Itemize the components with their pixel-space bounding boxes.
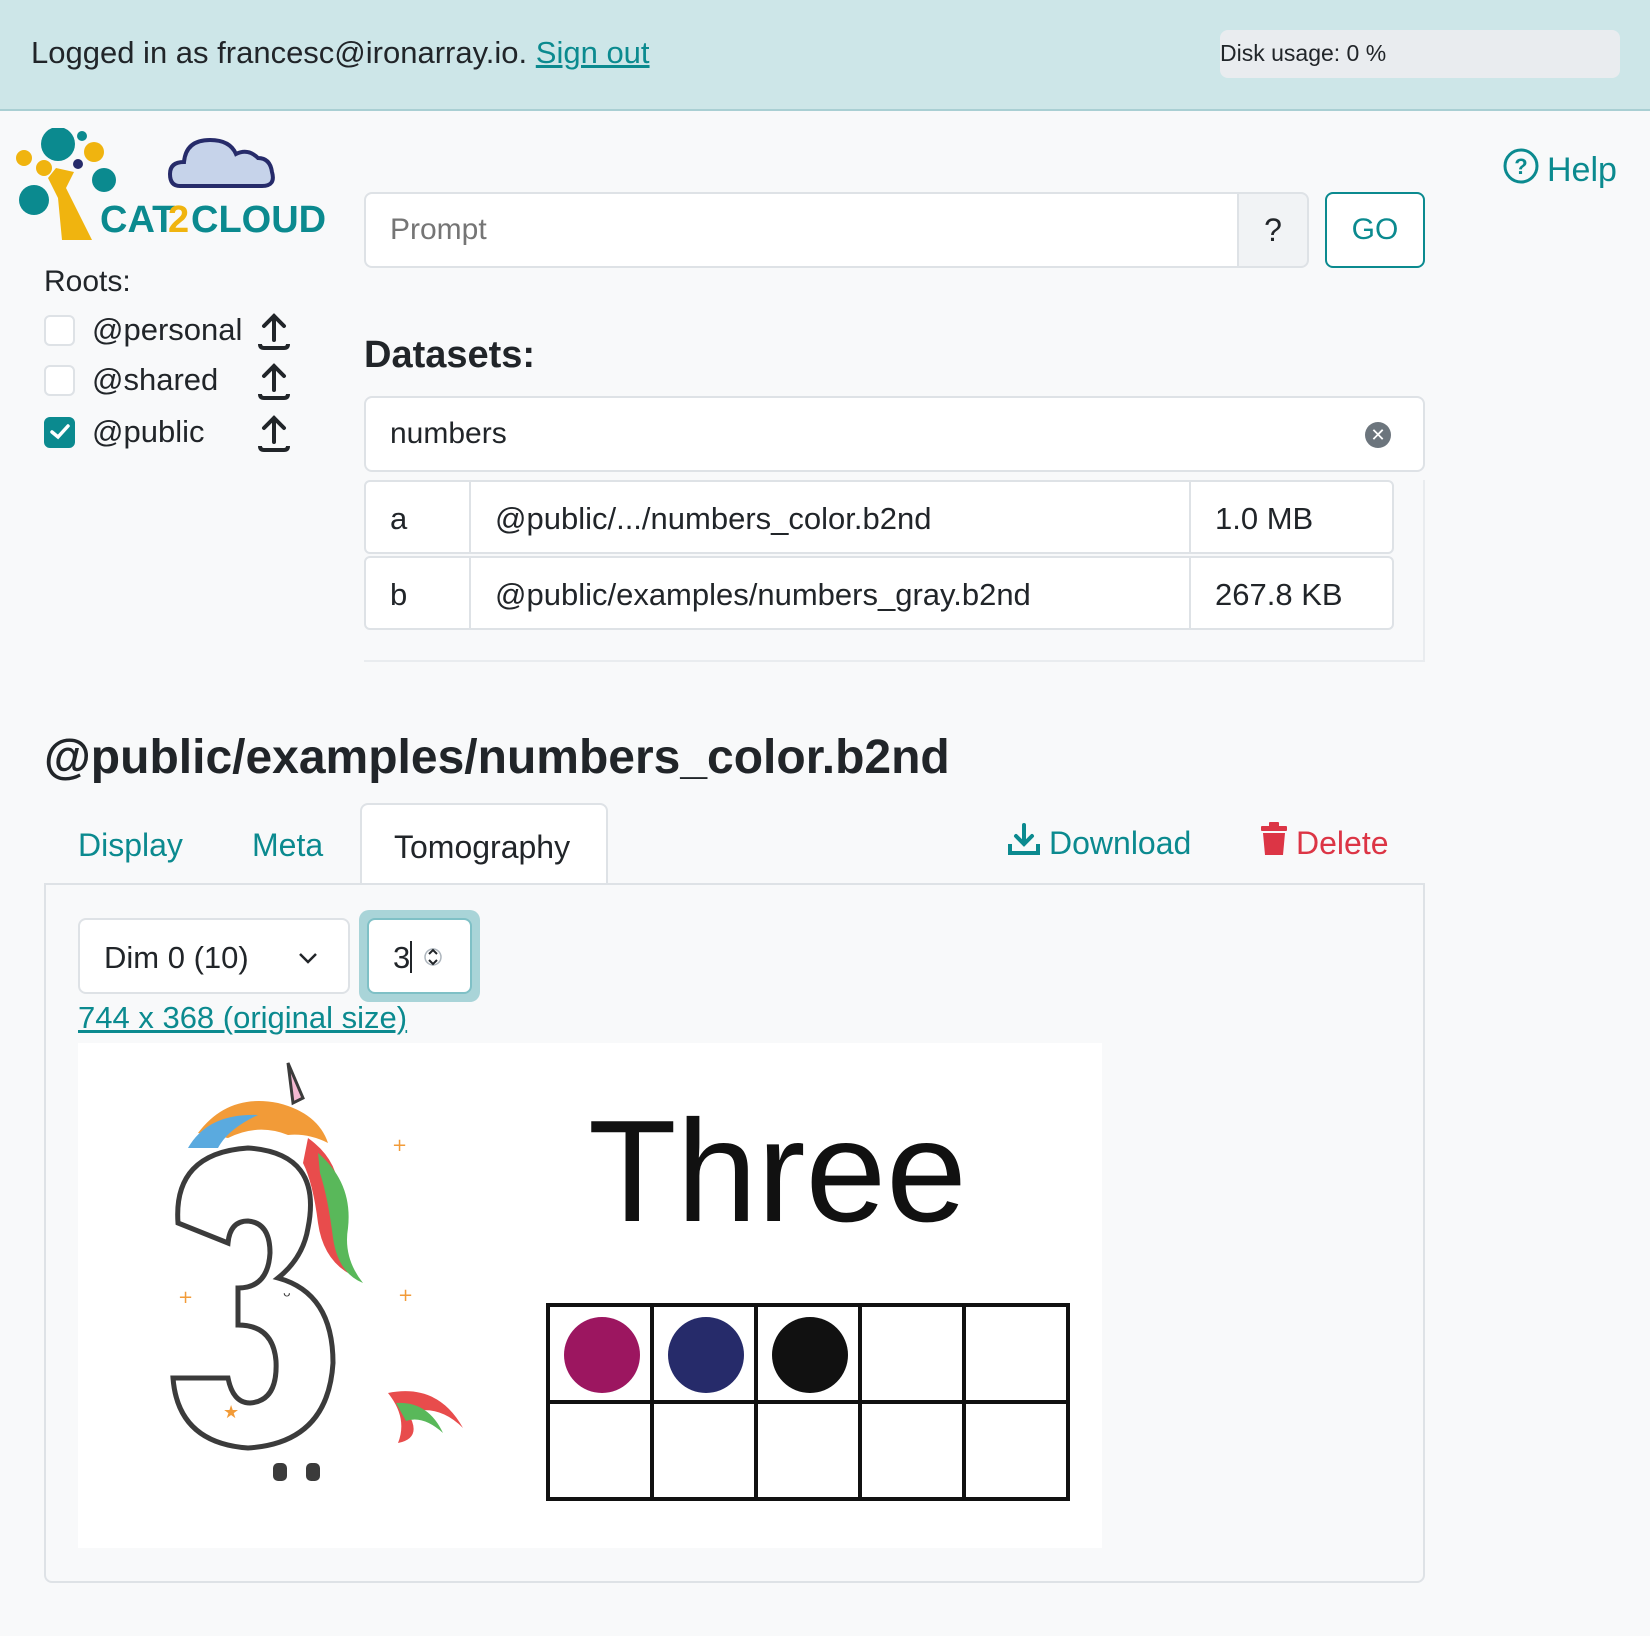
logo-text-mid: 2 <box>168 199 189 241</box>
delete-label: Delete <box>1296 824 1389 861</box>
dataset-filter-input[interactable] <box>364 396 1425 472</box>
ten-frame-dot <box>772 1317 848 1393</box>
sign-out-link[interactable]: Sign out <box>536 35 650 70</box>
top-bar: Logged in as francesc@ironarray.io. Sign… <box>0 0 1650 111</box>
dimension-select-value: Dim 0 (10) <box>104 940 249 975</box>
delete-button[interactable]: Delete <box>1260 822 1389 864</box>
dataset-id: b <box>366 558 471 628</box>
download-button[interactable]: Download <box>1007 822 1191 864</box>
login-text: Logged in as francesc@ironarray.io. <box>31 35 528 70</box>
tab-meta[interactable]: Meta <box>252 803 323 885</box>
prompt-help-button[interactable]: ? <box>1237 192 1309 268</box>
tab-tomography[interactable]: Tomography <box>360 803 608 885</box>
disk-usage-bar: Disk usage: 0 % <box>1220 30 1620 78</box>
cat2cloud-logo[interactable]: CAT 2 CLOUD <box>8 127 333 258</box>
root-public-label: @public <box>92 414 205 449</box>
tomography-slice-image: ᵕ + + + ★ Three <box>78 1043 1102 1548</box>
unicorn-number-illustration: ᵕ + + + ★ <box>170 1062 463 1481</box>
upload-icon[interactable] <box>256 362 292 400</box>
svg-text:?: ? <box>1514 154 1527 179</box>
dimension-select[interactable]: Dim 0 (10) <box>78 918 350 994</box>
svg-text:+: + <box>392 1135 407 1156</box>
root-personal: @personal <box>44 310 290 350</box>
help-link[interactable]: ? Help <box>1503 148 1617 193</box>
clear-filter-icon[interactable]: ✕ <box>1365 422 1391 448</box>
root-personal-label: @personal <box>92 312 243 347</box>
svg-text:+: + <box>398 1285 413 1306</box>
chevron-down-icon <box>296 942 320 978</box>
dataset-size: 267.8 KB <box>1215 577 1343 612</box>
prompt-input[interactable] <box>364 192 1238 268</box>
trash-icon <box>1260 822 1288 864</box>
dataset-list: a @public/.../numbers_color.b2nd 1.0 MB … <box>364 480 1425 662</box>
dataset-row[interactable]: b @public/examples/numbers_gray.b2nd 267… <box>364 556 1394 630</box>
root-public: @public <box>44 412 290 452</box>
index-input[interactable]: 3 <box>367 918 472 994</box>
ten-frame-dot <box>668 1317 744 1393</box>
root-shared-checkbox[interactable] <box>44 364 75 396</box>
selected-dataset-title: @public/examples/numbers_color.b2nd <box>44 731 950 784</box>
dataset-id: a <box>366 482 471 552</box>
go-button[interactable]: GO <box>1325 192 1425 268</box>
upload-icon[interactable] <box>256 312 292 350</box>
tab-display[interactable]: Display <box>78 803 183 885</box>
login-status: Logged in as francesc@ironarray.io. Sign… <box>31 35 650 71</box>
disk-usage-label: Disk usage: 0 % <box>1220 40 1387 66</box>
logo-text-right: CLOUD <box>191 199 326 241</box>
svg-text:+: + <box>178 1287 193 1308</box>
help-label: Help <box>1547 151 1617 189</box>
dataset-path: @public/examples/numbers_gray.b2nd <box>471 558 1191 628</box>
dataset-path: @public/.../numbers_color.b2nd <box>471 482 1191 552</box>
check-icon <box>49 424 70 440</box>
dataset-row[interactable]: a @public/.../numbers_color.b2nd 1.0 MB <box>364 480 1394 554</box>
index-value: 3 <box>393 940 411 975</box>
root-public-checkbox[interactable] <box>44 416 75 448</box>
svg-text:★: ★ <box>223 1402 239 1423</box>
datasets-title: Datasets: <box>364 334 536 376</box>
original-size-link[interactable]: 744 x 368 (original size) <box>78 1000 407 1036</box>
question-circle-icon: ? <box>1503 148 1539 193</box>
download-icon <box>1007 822 1041 864</box>
ten-frame-dot <box>564 1317 640 1393</box>
spinner-icon[interactable] <box>424 940 442 982</box>
download-label: Download <box>1049 824 1192 861</box>
logo-text-left: CAT <box>100 199 175 241</box>
dataset-size: 1.0 MB <box>1215 501 1314 536</box>
image-word: Three <box>588 1090 967 1252</box>
svg-text:ᵕ: ᵕ <box>283 1284 291 1308</box>
roots-title: Roots: <box>44 265 131 298</box>
upload-icon[interactable] <box>256 414 292 452</box>
root-personal-checkbox[interactable] <box>44 314 75 346</box>
root-shared: @shared <box>44 360 290 400</box>
root-shared-label: @shared <box>92 362 219 397</box>
